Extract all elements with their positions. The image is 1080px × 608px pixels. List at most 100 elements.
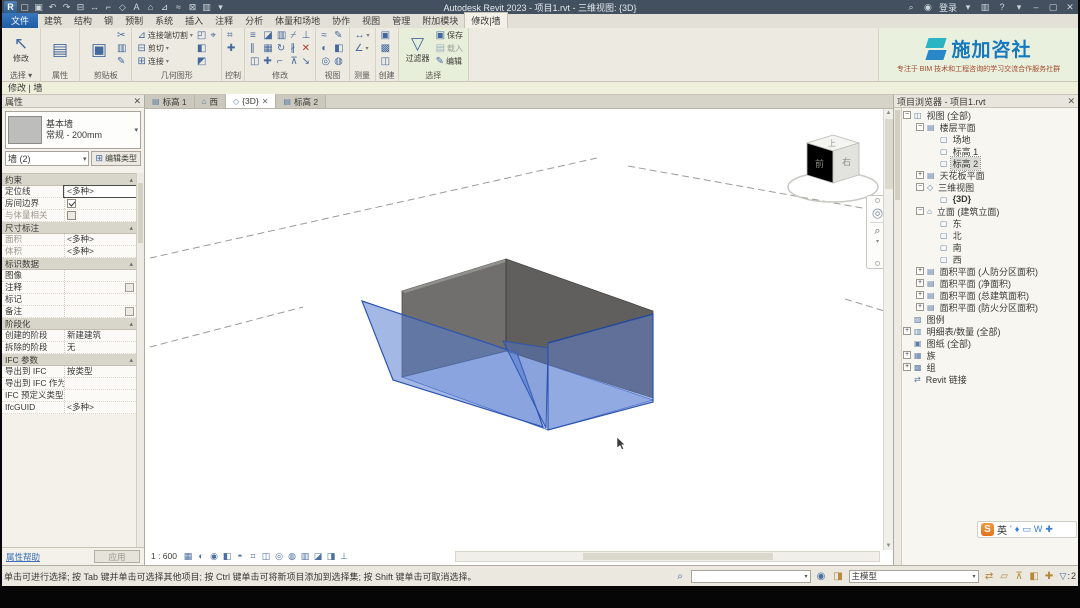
close-button[interactable]: ✕ [1064,2,1076,13]
displacement-icon[interactable]: ◨ [325,550,337,562]
property-row[interactable]: 与体量相关 [2,210,136,222]
view-tab[interactable]: ▤ 标高 1 [145,95,195,108]
create-group-icon[interactable]: ▣ [379,29,392,42]
property-row[interactable]: IfcGUID <多种> [2,402,136,414]
move-icon[interactable]: ✚ [261,55,274,68]
tree-expander-icon[interactable]: + [916,279,924,287]
editable-only-icon[interactable]: ◉ [815,571,828,582]
tree-item[interactable]: ▢ 场地 [903,133,1078,145]
property-row[interactable]: 标记 [2,294,136,306]
array-icon[interactable]: ▦ [261,42,274,55]
scale-button[interactable]: 1 : 600 [149,551,181,561]
worksharing-icon[interactable]: ⌕ [674,571,687,582]
restore-button[interactable]: ▢ [1047,2,1059,13]
ribbon-tab[interactable]: 注释 [209,13,239,28]
tree-item[interactable]: + ▤ 面积平面 (人防分区面积) [903,265,1078,277]
reveal-hidden-elements-icon[interactable]: ◍ [286,550,298,562]
tree-expander-icon[interactable]: − [903,111,911,119]
tree-item[interactable]: + ▤ 面积平面 (总建筑面积) [903,289,1078,301]
property-row[interactable]: 图像 [2,270,136,282]
properties-scrollbar[interactable] [136,173,144,547]
section-collapse-icon[interactable]: ▴ [129,176,133,184]
section-header-phasing[interactable]: 阶段化 ▴ [2,318,136,330]
wall-joins-icon[interactable]: ◰ [195,29,208,42]
property-value-cell[interactable]: 新建建筑 [64,330,136,341]
detail-level-icon[interactable]: ▦ [182,550,194,562]
properties-help-link[interactable]: 属性帮助 [6,551,40,563]
tree-item[interactable]: + ▤ 面积平面 (净面积) [903,277,1078,289]
help-caret-icon[interactable]: ▾ [1013,2,1025,13]
vertical-scrollbar[interactable]: ▲ ▼ [883,109,893,550]
property-value-cell[interactable]: <多种> [64,246,136,257]
tree-expander-icon[interactable]: + [916,291,924,299]
ime-mic-icon[interactable]: ♦ [1015,524,1020,535]
hide-elements-icon[interactable]: ◎ [319,55,332,68]
view-tab[interactable]: ▤ 标高 2 [276,95,326,108]
view-tab[interactable]: ◇ {3D} ✕ [226,94,276,108]
measure-between-refs-icon[interactable]: ↔ ▾ [353,29,372,42]
split-face-icon[interactable]: ◧ [195,42,208,55]
paint-icon[interactable]: ◩ [195,55,208,68]
minimize-button[interactable]: – [1030,2,1042,12]
customize-qat-icon[interactable]: ▾ [214,1,227,13]
mirror-draw-axis-icon[interactable]: ◪ [261,29,274,42]
cope-tool[interactable]: ⊿ 连接端切割 ▾ [135,29,194,42]
reveal-constraints-icon[interactable]: ⊥ [338,550,350,562]
select-elements-by-face-icon[interactable]: ◧ [1028,571,1041,582]
tree-item[interactable]: + ▤ 面积平面 (防火分区面积) [903,301,1078,313]
design-option-dropdown[interactable]: 主模型 ▾ [849,570,979,583]
split-with-gap-icon[interactable]: ∦ [288,42,299,55]
ime-mode-toggle[interactable]: 英 [997,522,1007,537]
tree-item[interactable]: ⇄ Revit 链接 [903,373,1078,385]
filter-button[interactable]: ▽ 过滤器 [402,29,434,70]
ribbon-tab[interactable]: 插入 [179,13,209,28]
section-collapse-icon[interactable]: ▴ [129,356,133,364]
section-collapse-icon[interactable]: ▴ [129,320,133,328]
align-icon[interactable]: ≡ [248,29,261,42]
crop-view-icon[interactable]: ⌗ [247,550,259,562]
copy-to-clipboard-icon[interactable]: ▥ [115,42,128,55]
property-value-cell[interactable]: <多种> [64,402,136,413]
tab-close-icon[interactable]: ✕ [262,97,269,106]
tree-item[interactable]: + ▦ 族 [903,349,1078,361]
cut-geometry-tool[interactable]: ⊟ 剪切 ▾ [135,42,194,55]
property-value-cell[interactable] [64,282,136,293]
graphic-display-icon[interactable]: ◐ [319,42,332,55]
modify-button[interactable]: ↖ 修改 [5,29,37,70]
help-icon[interactable]: ? [996,2,1008,12]
tree-item[interactable]: − ◫ 视图 (全部) [903,109,1078,121]
offset-icon[interactable]: ∥ [248,42,261,55]
tree-item[interactable]: ▧ 图例 [903,313,1078,325]
scroll-down-icon[interactable]: ▼ [886,542,892,550]
workset-dropdown[interactable]: ▾ [691,570,811,583]
property-row[interactable]: 拆除的阶段 无 [2,342,136,354]
print-icon[interactable]: ⊟ [74,1,87,13]
property-value-cell[interactable] [64,306,136,317]
app-menu-button[interactable]: R [4,1,17,13]
login-button[interactable]: 登录 [939,1,957,14]
ellipsis-button[interactable] [125,307,134,316]
edit-selection-button[interactable]: ✎ 编辑 [434,55,465,68]
property-row[interactable]: 体积 <多种> [2,246,136,258]
section-header-constraints[interactable]: 约束 ▴ [2,174,136,186]
isolate-icon[interactable]: ◍ [332,55,345,68]
ribbon-tab[interactable]: 分析 [239,13,269,28]
worksharing-display-icon[interactable]: ▥ [299,550,311,562]
tree-item[interactable]: ▢ 东 [903,217,1078,229]
ime-toolbox-icon[interactable]: ✚ [1045,524,1053,535]
tree-item[interactable]: ▢ 标高 2 [903,157,1078,169]
tree-item[interactable]: ▢ 北 [903,229,1078,241]
scale-icon[interactable]: ↘ [300,55,313,68]
edit-wall-joins-icon[interactable]: ⌗ [225,29,237,42]
copy-icon[interactable]: ▥ [275,29,288,42]
property-row[interactable]: 备注 [2,306,136,318]
reference-plane-line[interactable] [150,307,303,347]
ribbon-tab[interactable]: 文件 [2,13,38,28]
property-value-cell[interactable]: <多种> [64,234,136,245]
switch-windows-icon[interactable]: ▥ [200,1,213,13]
design-options-icon[interactable]: ◨ [832,571,845,582]
join-geometry-tool[interactable]: ⊞ 连接 ▾ [135,55,194,68]
dimension-icon[interactable]: ∠ ▾ [353,42,372,55]
select-links-icon[interactable]: ⇄ [983,571,996,582]
ellipsis-button[interactable] [125,283,134,292]
